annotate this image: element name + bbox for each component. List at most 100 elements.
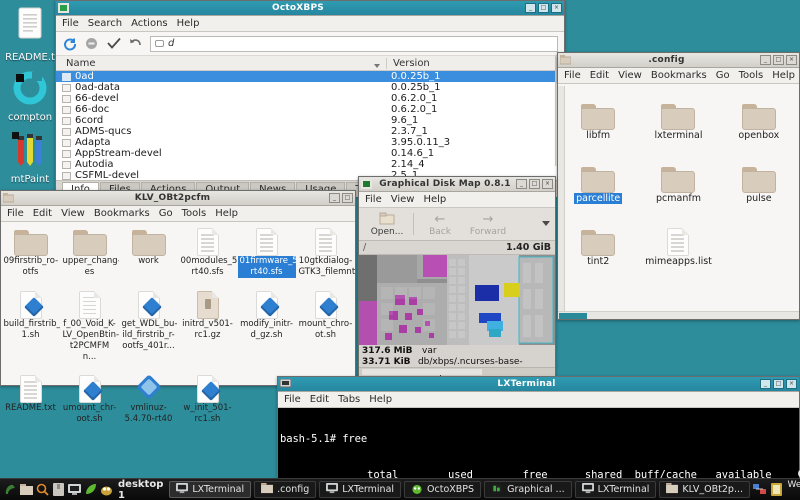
diskmap-toolbar[interactable]: Open... ← Back → Forward (359, 208, 555, 241)
minimize-button[interactable]: _ (760, 379, 771, 389)
file-item[interactable]: mimeapps.list (638, 212, 718, 275)
menu-file[interactable]: File (564, 70, 581, 81)
folder-item[interactable]: libfm (558, 86, 638, 149)
menu-file[interactable]: File (284, 394, 301, 405)
close-button[interactable]: × (786, 379, 797, 389)
config-titlebar[interactable]: .config _ □ × (558, 53, 799, 68)
taskbar-window-list[interactable]: LXTerminal .config LXTerminal OctoXBPS Graph… (169, 481, 753, 498)
taskbar-launchers[interactable] (0, 483, 116, 497)
package-row[interactable]: 0ad-data 0.0.25b_1 (56, 82, 564, 93)
menu-edit[interactable]: Edit (310, 394, 329, 405)
klv-filemanager-window[interactable]: KLV_OBt2pcfm _ □ File Edit View Bookmark… (0, 190, 356, 424)
minimize-button[interactable]: _ (760, 55, 771, 65)
maximize-button[interactable]: □ (538, 3, 549, 13)
package-row[interactable]: Adapta 3.95.0.11_3 (56, 137, 564, 148)
file-item[interactable]: modify_initr-d_gz.sh (237, 287, 296, 372)
lxterminal-window[interactable]: LXTerminal _ □ × File Edit Tabs Help bas… (277, 376, 800, 500)
package-checkbox[interactable] (62, 138, 71, 147)
menu-actions[interactable]: Actions (131, 18, 168, 29)
menu-file[interactable]: File (7, 208, 24, 219)
menu-bookmarks[interactable]: Bookmarks (651, 70, 707, 81)
menu-edit[interactable]: Edit (590, 70, 609, 81)
taskbar-task[interactable]: Graphical ... (484, 481, 572, 498)
folder-item[interactable]: work (119, 224, 178, 287)
menu-file[interactable]: File (62, 18, 79, 29)
cancel-icon[interactable] (84, 36, 99, 51)
package-row[interactable]: 0ad 0.0.25b_1 (56, 71, 564, 82)
package-row[interactable]: 6cord 9.6_1 (56, 115, 564, 126)
folder-item[interactable]: openbox (719, 86, 799, 149)
file-item[interactable]: get_WDL_bu-ild_firstrib_r-ootfs_401r... (119, 287, 178, 372)
gimp-icon[interactable] (99, 483, 113, 497)
desktop-icon-readme[interactable]: README.t (2, 6, 58, 64)
back-button[interactable]: ← Back (416, 212, 464, 237)
menu-tabs[interactable]: Tabs (338, 394, 360, 405)
package-row[interactable]: Autodia 2.14_4 (56, 159, 564, 170)
package-list[interactable]: 0ad 0.0.25b_1 0ad-data 0.0.25b_1 66-devel 0.6… (56, 71, 564, 180)
folder-item[interactable]: pcmanfm (638, 149, 718, 212)
clipboard-icon[interactable] (771, 483, 783, 497)
menu-go[interactable]: Go (159, 208, 173, 219)
klv-window-buttons[interactable]: _ □ (329, 193, 353, 203)
package-row[interactable]: 66-doc 0.6.2.0_1 (56, 104, 564, 115)
octoxbps-window-buttons[interactable]: _ □ × (525, 3, 562, 13)
file-item[interactable]: 00modules_5.4.70-rt40.sfs (178, 224, 237, 287)
terminal-icon[interactable] (67, 483, 81, 497)
package-checkbox[interactable] (62, 116, 71, 125)
system-tray[interactable]: 00:00 Wednesday 22 December (753, 469, 800, 500)
search-input[interactable]: d (150, 35, 558, 52)
folder-item[interactable]: lxterminal (638, 86, 718, 149)
forward-button[interactable]: → Forward (464, 212, 512, 237)
config-horizontal-scrollbar[interactable] (558, 311, 799, 319)
package-checkbox[interactable] (62, 127, 71, 136)
config-file-grid[interactable]: libfm lxterminal openbox parcellite pcmanfm p… (558, 84, 799, 275)
diskmap-treemap[interactable] (359, 255, 555, 345)
menu-help[interactable]: Help (772, 70, 795, 81)
config-filemanager-window[interactable]: .config _ □ × File Edit View Bookmarks G… (557, 52, 800, 320)
column-header-version[interactable]: Version (386, 57, 564, 69)
column-header-name[interactable]: Name (56, 58, 386, 69)
file-item[interactable]: README.txt (1, 371, 60, 434)
package-checkbox[interactable] (62, 94, 71, 103)
leafpad-icon[interactable] (83, 483, 97, 497)
parcellite-icon[interactable] (3, 483, 17, 497)
file-item[interactable]: build_firstrib_rootfs_401rc-1.sh (1, 287, 60, 372)
folder-item[interactable]: upper_chang-es (60, 224, 119, 287)
diskmap-horizontal-scrollbar[interactable] (359, 367, 555, 375)
maximize-button[interactable]: □ (342, 193, 353, 203)
package-row[interactable]: ADMS-qucs 2.3.7_1 (56, 126, 564, 137)
terminal-window-buttons[interactable]: _ □ × (760, 379, 797, 389)
diskmap-window-buttons[interactable]: _ □ × (516, 179, 553, 189)
taskbar-task[interactable]: LXTerminal (574, 481, 657, 498)
menu-view[interactable]: View (391, 194, 415, 205)
maximize-button[interactable]: □ (773, 379, 784, 389)
package-row[interactable]: AppStream-devel 0.14.6_1 (56, 148, 564, 159)
octoxbps-window[interactable]: OctoXBPS _ □ × File Search Actions Help (55, 0, 565, 197)
klv-titlebar[interactable]: KLV_OBt2pcfm _ □ (1, 191, 355, 206)
config-window-buttons[interactable]: _ □ × (760, 55, 797, 65)
terminal-menubar[interactable]: File Edit Tabs Help (278, 392, 799, 408)
klv-menubar[interactable]: File Edit View Bookmarks Go Tools Help (1, 206, 355, 222)
package-checkbox[interactable] (62, 171, 71, 180)
menu-edit[interactable]: Edit (33, 208, 52, 219)
menu-help[interactable]: Help (215, 208, 238, 219)
package-row[interactable]: 66-devel 0.6.2.0_1 (56, 93, 564, 104)
menu-tools[interactable]: Tools (182, 208, 207, 219)
diskmap-menubar[interactable]: File View Help (359, 192, 555, 208)
file-item[interactable]: 01firmware_5.4.70-rt40.sfs (237, 224, 296, 287)
close-button[interactable]: × (786, 55, 797, 65)
config-vertical-scrollbar[interactable] (558, 86, 565, 311)
filemanager-icon[interactable] (19, 483, 33, 497)
octoxbps-menubar[interactable]: File Search Actions Help (56, 16, 564, 32)
refresh-icon[interactable] (62, 36, 77, 51)
menu-view[interactable]: View (618, 70, 642, 81)
file-item[interactable]: w_init_501-rc1.sh (178, 371, 237, 434)
taskbar-task[interactable]: LXTerminal (169, 481, 252, 498)
menu-search[interactable]: Search (88, 18, 122, 29)
diskmap-titlebar[interactable]: Graphical Disk Map 0.8.1 _ □ × (359, 177, 555, 192)
file-item[interactable]: initrd_v501-rc1.gz (178, 287, 237, 372)
menu-help[interactable]: Help (423, 194, 446, 205)
package-checkbox[interactable] (62, 160, 71, 169)
close-button[interactable]: × (542, 179, 553, 189)
taskbar-task[interactable]: OctoXBPS (404, 481, 482, 498)
